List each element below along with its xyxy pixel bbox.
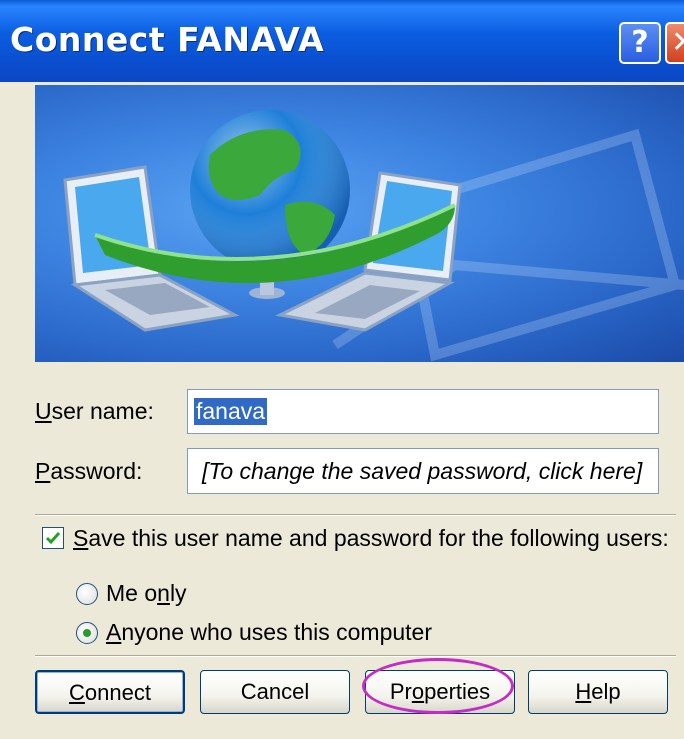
save-credentials-checkbox[interactable]	[42, 527, 64, 549]
username-field[interactable]: fanava	[187, 389, 659, 434]
close-icon[interactable]: ✕	[665, 22, 684, 64]
cancel-button[interactable]: Cancel	[200, 670, 350, 714]
password-label: Password:	[35, 458, 143, 484]
username-value: fanava	[194, 398, 268, 425]
help-icon[interactable]: ?	[619, 22, 661, 64]
checkmark-icon	[45, 532, 61, 545]
window-title: Connect FANAVA	[10, 20, 325, 59]
password-value: [To change the saved password, click her…	[202, 458, 643, 484]
username-label: User name:	[35, 398, 154, 424]
help-button[interactable]: Help	[528, 670, 668, 714]
save-credentials-label: Save this user name and password for the…	[73, 525, 669, 551]
password-field[interactable]: [To change the saved password, click her…	[187, 448, 659, 494]
network-banner	[35, 85, 684, 362]
radio-anyone-label: Anyone who uses this computer	[106, 619, 433, 645]
separator	[35, 514, 676, 516]
radio-selected-dot	[83, 629, 91, 637]
connect-button[interactable]: Connect	[35, 670, 185, 714]
radio-me-only-label: Me only	[106, 580, 187, 606]
radio-me-only[interactable]	[76, 583, 98, 605]
highlight-ring	[362, 658, 514, 714]
radio-anyone[interactable]	[76, 622, 98, 644]
title-bar: Connect FANAVA ? ✕	[0, 0, 684, 82]
separator	[35, 655, 676, 657]
